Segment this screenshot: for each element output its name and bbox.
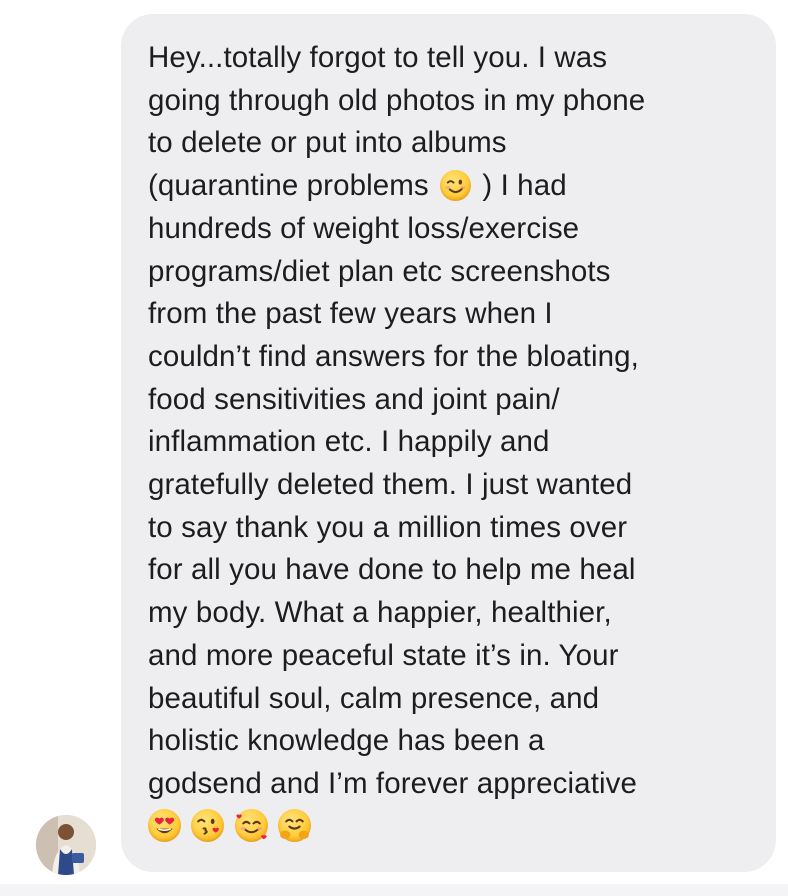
message-line: programs/diet plan etc screenshots [148,254,611,288]
winking-face-emoji-icon [440,170,472,202]
hugging-face-emoji-icon [278,808,312,842]
emoji-row [148,808,756,851]
message-line: couldn’t find answers for the bloating, [148,339,639,373]
message-line: to say thank you a million times over [148,510,628,544]
message-line: my body. What a happier, healthier, [148,596,612,630]
message-text: (quarantine problems [148,169,429,203]
message-line: Hey...totally forgot to tell you. I was [148,41,608,74]
face-blowing-kiss-emoji-icon [191,808,225,842]
message-line: gratefully deleted them. I just wanted [148,468,633,502]
message-line: and more peaceful state it’s in. Your [148,638,619,672]
message-line: hundreds of weight loss/exercise [148,211,580,245]
heart-eyes-emoji-icon [148,808,181,842]
message-line: beautiful soul, calm presence, and [148,681,600,715]
message-line: from the past few years when I [148,297,553,331]
smiling-face-with-hearts-emoji-icon [234,808,268,842]
contact-avatar[interactable] [36,815,96,875]
message-line: for all you have done to help me heal [148,553,636,587]
message-line: food sensitivities and joint pain/ [148,382,560,416]
bottom-divider [0,884,788,896]
message-line: inflammation etc. I happily and [148,425,550,459]
message-line: going through old photos in my phone [148,83,646,117]
message-line: to delete or put into albums [148,126,507,160]
message-line-with-emoji: (quarantine problems ) I had [148,165,756,208]
message-bubble[interactable]: Hey...totally forgot to tell you. I was … [121,14,776,872]
message-line: holistic knowledge has been a [148,724,545,758]
avatar-photo-icon [36,815,96,875]
message-text: ) I had [482,169,567,203]
message-line: godsend and I’m forever appreciative [148,766,637,800]
